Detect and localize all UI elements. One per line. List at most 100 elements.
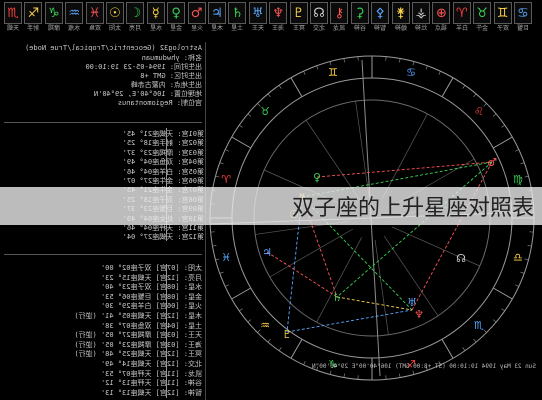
toolbar-glyph-icon[interactable]: ♂ — [187, 2, 206, 24]
planet-glyph-icon: ♆ — [414, 308, 424, 321]
toolbar-label: 双鱼 — [88, 25, 101, 32]
planet-position-row: 火星: [06宫] 白羊座29° 30' — [100, 302, 202, 311]
chart-name: 名称: yhwdumuan — [141, 54, 202, 62]
planet-position-row: 月亮: [12宫] 天蝎座15° 23' — [100, 273, 202, 282]
birth-timezone: 出生时区: GMT +8 — [140, 72, 202, 80]
zodiac-sign-icon: ♈ — [221, 173, 231, 186]
toolbar-glyph-icon[interactable]: ♐ — [24, 2, 43, 24]
toolbar-label: 海王 — [272, 25, 285, 32]
planet-glyph-icon: ☊ — [456, 252, 466, 265]
zodiac-sign-icon: ♒ — [260, 319, 270, 332]
planet-glyph-icon: ♃ — [262, 246, 272, 259]
planet-position-row: 冥王: [12宫] 天蝎座25° 48' (逆行) — [74, 350, 202, 359]
toolbar-label: 智神 — [374, 25, 387, 32]
toolbar-label: 水瓶 — [68, 25, 81, 32]
toolbar-glyph-icon[interactable]: ☽ — [126, 2, 145, 24]
planet-position-row: 水星: [08宫] 双子座23° 40' — [100, 283, 202, 292]
planet-position-row: 智神: [12宫] 天蝎座13° 13' — [100, 388, 202, 397]
house-system: 宫位制: Regiomontanus — [117, 99, 202, 107]
zodiac-sign-icon: ♓ — [221, 251, 231, 264]
zodiac-sign-icon: ♍ — [513, 173, 523, 186]
planet-position-row: 金星: [08宫] 巨蟹座06° 53' — [100, 292, 202, 301]
zodiac-sign-icon: ♉ — [260, 105, 270, 118]
table-bracket-line — [166, 264, 167, 398]
house-cusp-row: 第06宫: 金牛座27° 07' — [122, 177, 204, 185]
planet-position-row: 木星: [12宫] 天蝎座05° 41' (逆行) — [74, 312, 202, 320]
toolbar-glyph-icon[interactable]: ☊ — [310, 2, 328, 24]
toolbar-glyph-icon[interactable]: ♅ — [248, 2, 267, 24]
planet-position-row: 北交: [12宫] 天蝎座14° 49' — [100, 360, 202, 368]
planet-glyph-icon: ♂ — [487, 156, 497, 169]
toolbar-glyph-icon[interactable]: ♋ — [514, 2, 532, 24]
toolbar-label: 摩羯 — [47, 25, 60, 32]
toolbar-glyph-icon[interactable]: ⚷ — [330, 2, 349, 24]
toolbar-label: 天蝎 — [7, 25, 20, 32]
planet-glyph-icon: ♀ — [313, 171, 321, 184]
house-cusp-row: 第05宫: 白羊座04° 46' — [122, 167, 204, 176]
toolbar-glyph-icon[interactable]: ♀ — [167, 2, 186, 24]
house-cusp-row: 第12宫: 天蝎座27° 04' — [122, 233, 204, 242]
divider — [4, 122, 202, 123]
planet-position-row: 谷神: [11宫] 天秤座13° 12' — [100, 379, 202, 388]
toolbar-label: 谷神 — [353, 25, 366, 32]
house-cusp-row: 第01宫: 天蝎座21° 45' — [122, 130, 204, 138]
toolbar-label: 月亮 — [129, 25, 142, 32]
toolbar-glyph-icon[interactable]: ⚶ — [412, 2, 430, 24]
house-cusp-row: 第02宫: 射手座18° 25' — [122, 139, 204, 148]
house-cusp-row: 第04宫: 双鱼座04° 49' — [122, 158, 204, 167]
toolbar-label: 灶神 — [415, 25, 428, 32]
toolbar-label: 射手 — [27, 25, 40, 32]
birth-date: 出生时间: 1994-05-23 19:10:00 — [85, 63, 202, 71]
house-cusp-row: 第03宫: 摩羯座23° 37' — [122, 148, 204, 157]
planet-glyph-icon: ♇ — [282, 328, 292, 341]
toolbar-glyph-icon[interactable]: ⚳ — [350, 2, 369, 24]
zodiac-sign-icon: ♋ — [406, 66, 416, 79]
toolbar-glyph-icon[interactable]: ♒ — [65, 2, 84, 24]
toolbar-glyph-icon[interactable]: ⚵ — [391, 2, 410, 24]
toolbar-label: 土星 — [231, 25, 244, 32]
toolbar-glyph-icon[interactable]: ⚴ — [371, 2, 390, 24]
birth-coordinates: 地理位置: 106°40'E, 29°40'N — [93, 90, 202, 98]
toolbar-label: 天王 — [251, 25, 264, 32]
planet-position-row: 天王: [03宫] 摩羯座27° 05' (逆行) — [74, 331, 202, 340]
planet-position-row: 太阳: [07宫] 双子座02° 00' — [100, 264, 202, 272]
birth-place: 出生地点: 内蒙古赤峰 — [130, 81, 202, 89]
toolbar-label: 金星 — [170, 25, 183, 32]
program-header: Astrolog32 (Geocentric/Tropical/True Nod… — [24, 44, 202, 52]
zodiac-sign-icon: ♏ — [474, 319, 484, 332]
toolbar-glyph-icon[interactable]: ♃ — [208, 2, 226, 24]
toolbar-glyph-icon[interactable]: ☿ — [146, 2, 165, 24]
toolbar-label: 太阳 — [109, 25, 122, 32]
title-banner: 双子座的上升星座对照表 — [0, 187, 542, 225]
zodiac-sign-icon: ♌ — [474, 105, 484, 118]
toolbar-glyph-icon[interactable]: ♇ — [289, 2, 308, 24]
planet-glyph-icon: ♄ — [332, 291, 342, 304]
toolbar-label: 福点 — [435, 25, 448, 32]
toolbar-label: 凯龙 — [333, 25, 346, 32]
toolbar-glyph-icon[interactable]: ♉ — [473, 2, 492, 24]
toolbar-label: 金牛 — [476, 25, 489, 32]
planet-position-row: 凯龙: [11宫] 天秤座07° 53' — [100, 369, 202, 378]
zodiac-planet-toolbar: ♏ 天蝎 ♐ 射手 ♑ 摩羯 ♒ 水瓶 ♓ 双鱼 ☉ 太阳 ☽ 月亮 ☿ 水星 ♀ 金星 ♂ 火星 ♃ 木星 ♄ 土星 ♅ 天王 ♆… — [0, 0, 542, 42]
toolbar-glyph-icon[interactable]: ⊕ — [432, 2, 451, 24]
toolbar-glyph-icon[interactable]: ♊ — [493, 2, 512, 24]
house-cusp-row: 第11宫: 天秤座04° 46' — [122, 224, 204, 232]
toolbar-label: 巨蟹 — [517, 25, 530, 32]
banner-title: 双子座的上升星座对照表 — [291, 196, 534, 221]
toolbar-label: 婚神 — [394, 25, 407, 32]
divider — [4, 254, 202, 255]
planet-position-row: 土星: [04宫] 双鱼座07° 38' — [100, 321, 202, 330]
toolbar-label: 木星 — [211, 25, 224, 32]
toolbar-label: 双子 — [496, 25, 509, 32]
toolbar-label: 白羊 — [455, 25, 468, 32]
zodiac-sign-icon: ♊ — [328, 66, 338, 79]
toolbar-glyph-icon[interactable]: ♓ — [85, 2, 104, 24]
toolbar-glyph-icon[interactable]: ♆ — [269, 2, 288, 24]
toolbar-label: 火星 — [190, 25, 203, 32]
toolbar-glyph-icon[interactable]: ♄ — [228, 2, 247, 24]
toolbar-glyph-icon[interactable]: ♏ — [4, 2, 22, 24]
toolbar-glyph-icon[interactable]: ☉ — [106, 2, 124, 24]
toolbar-glyph-icon[interactable]: ♈ — [452, 2, 471, 24]
toolbar-glyph-icon[interactable]: ♑ — [44, 2, 63, 24]
toolbar-label: 冥王 — [292, 25, 305, 32]
